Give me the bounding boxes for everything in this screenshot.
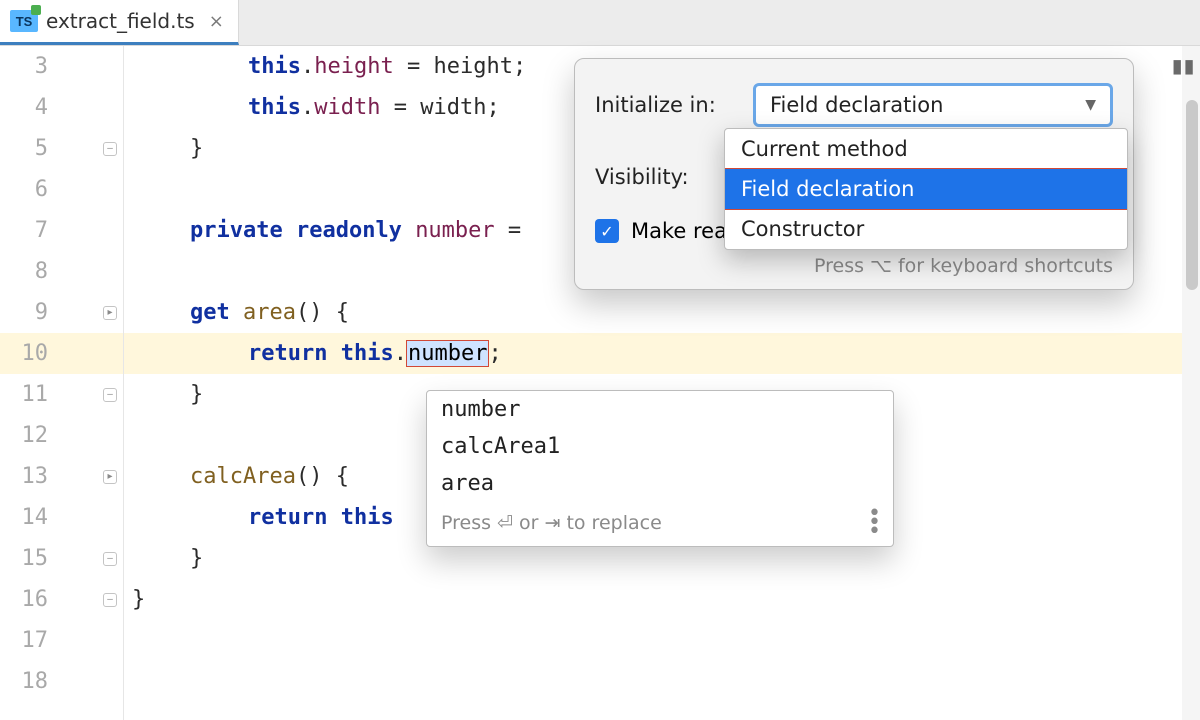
rename-suggestions-popup: number calcArea1 area Press ⏎ or ⇥ to re… <box>426 390 894 547</box>
line-number: 8 <box>0 259 56 284</box>
fold-toggle-icon[interactable]: – <box>103 142 117 156</box>
file-tab-label: extract_field.ts <box>46 9 195 33</box>
option-key-icon: ⌥ <box>870 255 892 277</box>
chevron-down-icon: ▼ <box>1085 97 1096 113</box>
line-number: 10 <box>0 341 56 366</box>
scrollbar-thumb[interactable] <box>1186 100 1198 290</box>
dropdown-option-field-declaration[interactable]: Field declaration <box>725 169 1127 209</box>
line-number: 12 <box>0 423 56 448</box>
fold-toggle-icon[interactable]: – <box>103 388 117 402</box>
line-number: 16 <box>0 587 56 612</box>
rename-suggestion[interactable]: number <box>427 391 893 428</box>
line-number: 7 <box>0 218 56 243</box>
line-number: 11 <box>0 382 56 407</box>
rename-suggestion[interactable]: area <box>427 465 893 502</box>
line-number: 9 <box>0 300 56 325</box>
initialize-in-value: Field declaration <box>770 93 943 117</box>
line-number: 4 <box>0 95 56 120</box>
line-number: 6 <box>0 177 56 202</box>
line-number: 14 <box>0 505 56 530</box>
fold-toggle-icon[interactable]: – <box>103 593 117 607</box>
rename-hint: Press ⏎ or ⇥ to replace <box>441 512 662 534</box>
readonly-checkbox[interactable]: ✓ <box>595 219 619 243</box>
tab-strip: TS extract_field.ts × <box>0 0 1200 46</box>
initialize-in-select[interactable]: Field declaration ▼ <box>753 83 1113 127</box>
kebab-menu-icon[interactable]: ••• <box>868 510 881 536</box>
line-number: 15 <box>0 546 56 571</box>
dropdown-option-current-method[interactable]: Current method <box>725 129 1127 169</box>
code-line[interactable]: get area() { <box>124 292 1200 333</box>
gutter: 3 4 5 – 6 7 8 9 ▸ 10 11 – 12 13 ▸ 14 15 – 16 –… <box>0 46 124 720</box>
initialize-in-dropdown: Current method Field declaration Constru… <box>724 128 1128 250</box>
fold-toggle-icon[interactable]: ▸ <box>103 470 117 484</box>
fold-toggle-icon[interactable]: – <box>103 552 117 566</box>
code-line[interactable]: } <box>124 579 1200 620</box>
line-number: 5 <box>0 136 56 161</box>
rename-suggestion[interactable]: calcArea1 <box>427 428 893 465</box>
code-line[interactable]: return this.number; <box>124 333 1200 374</box>
readonly-label: Make rea <box>631 219 727 243</box>
analysis-status-icon[interactable]: ▮▮ <box>1172 56 1196 77</box>
line-number: 13 <box>0 464 56 489</box>
dropdown-option-constructor[interactable]: Constructor <box>725 209 1127 249</box>
shortcut-hint: Press ⌥ for keyboard shortcuts <box>575 249 1133 277</box>
tab-key-icon: ⇥ <box>544 512 560 534</box>
ts-file-icon: TS <box>10 10 38 32</box>
fold-toggle-icon[interactable]: ▸ <box>103 306 117 320</box>
rename-target[interactable]: number <box>407 341 488 366</box>
enter-key-icon: ⏎ <box>497 512 513 534</box>
line-number: 18 <box>0 669 56 694</box>
file-tab[interactable]: TS extract_field.ts × <box>0 0 239 45</box>
line-number: 17 <box>0 628 56 653</box>
close-icon[interactable]: × <box>203 11 224 32</box>
line-number: 3 <box>0 54 56 79</box>
initialize-in-label: Initialize in: <box>595 93 735 117</box>
visibility-label: Visibility: <box>595 165 735 189</box>
